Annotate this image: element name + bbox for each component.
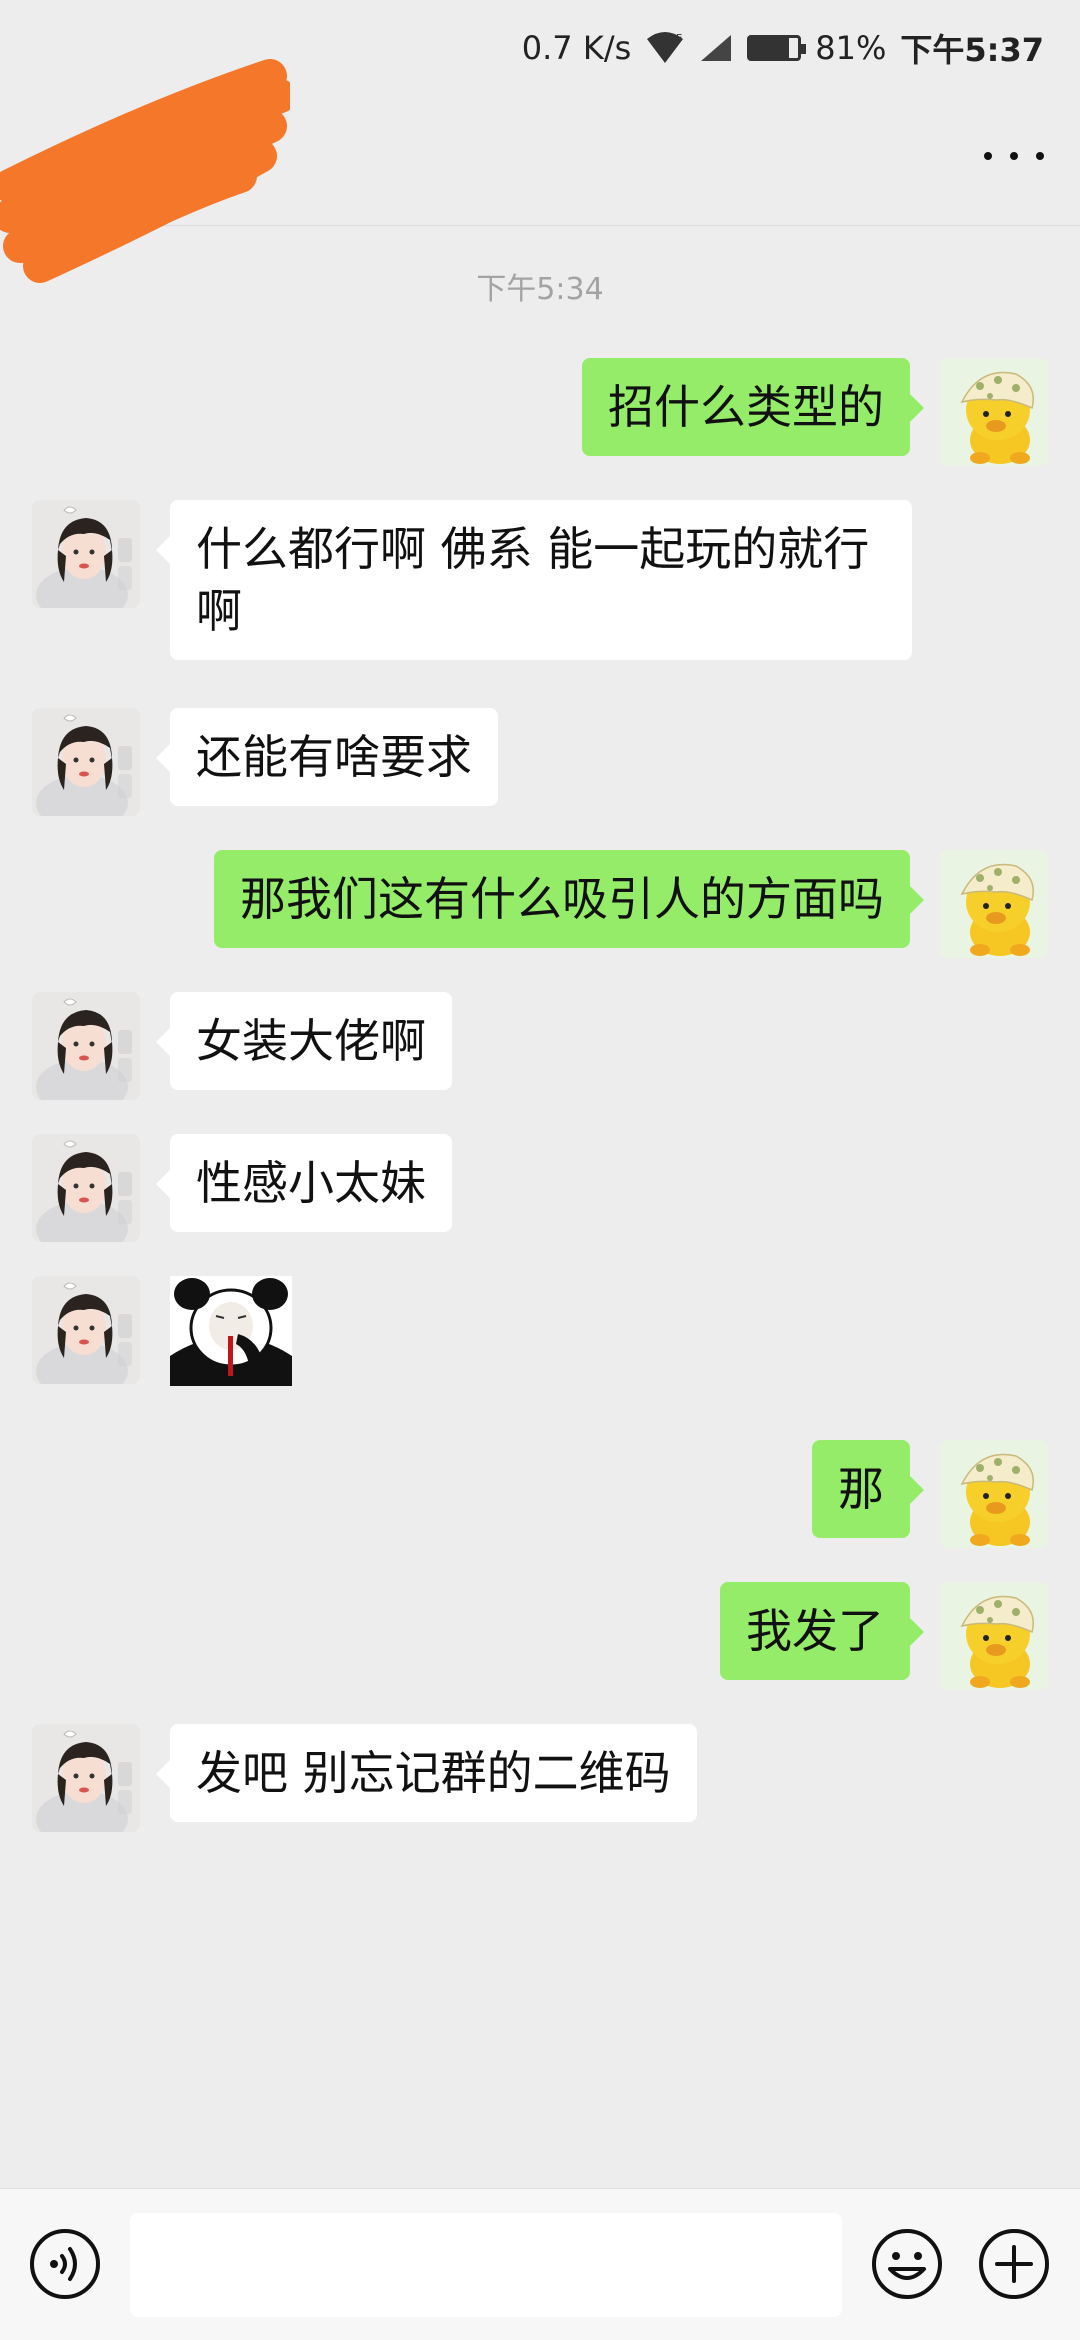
net-speed: 0.7 K/s	[521, 29, 632, 67]
clock: 下午5:37	[900, 31, 1044, 69]
contact-avatar[interactable]	[32, 500, 140, 608]
message-bubble-incoming[interactable]: 什么都行啊 佛系 能一起玩的就行啊	[156, 500, 912, 660]
more-dots-icon[interactable]	[984, 136, 1044, 176]
message-bubble-outgoing[interactable]: 那我们这有什么吸引人的方面吗	[214, 850, 924, 948]
battery-percent: 81%	[815, 29, 887, 67]
contact-avatar[interactable]	[32, 1724, 140, 1832]
panda-nosebleed-sticker[interactable]	[170, 1276, 292, 1386]
voice-icon[interactable]	[28, 2227, 102, 2301]
message-bubble-incoming[interactable]: 发吧 别忘记群的二维码	[156, 1724, 697, 1822]
my-avatar[interactable]	[940, 850, 1048, 958]
message-bubble-outgoing[interactable]: 那	[812, 1440, 924, 1538]
battery-icon	[747, 35, 807, 61]
message-bubble-incoming[interactable]: 还能有啥要求	[156, 708, 498, 806]
input-bar	[0, 2188, 1080, 2340]
emoji-icon[interactable]	[870, 2227, 944, 2301]
message-bubble-outgoing[interactable]: 我发了	[720, 1582, 924, 1680]
cell-signal-icon	[699, 33, 733, 63]
my-avatar[interactable]	[940, 1440, 1048, 1548]
message-bubble-outgoing[interactable]: 招什么类型的	[582, 358, 924, 456]
contact-avatar[interactable]	[32, 1134, 140, 1242]
my-avatar[interactable]	[940, 358, 1048, 466]
wifi-icon: E	[645, 31, 685, 65]
chat-timestamp: 下午5:34	[476, 272, 604, 307]
contact-avatar[interactable]	[32, 708, 140, 816]
redaction-scribble	[0, 59, 290, 283]
contact-avatar[interactable]	[32, 1276, 140, 1384]
my-avatar[interactable]	[940, 1582, 1048, 1690]
contact-avatar[interactable]	[32, 992, 140, 1100]
plus-icon[interactable]	[977, 2227, 1051, 2301]
message-bubble-incoming[interactable]: 性感小太妹	[156, 1134, 452, 1232]
message-input[interactable]	[130, 2213, 842, 2317]
svg-text:E: E	[676, 33, 682, 44]
message-bubble-incoming[interactable]: 女装大佬啊	[156, 992, 452, 1090]
